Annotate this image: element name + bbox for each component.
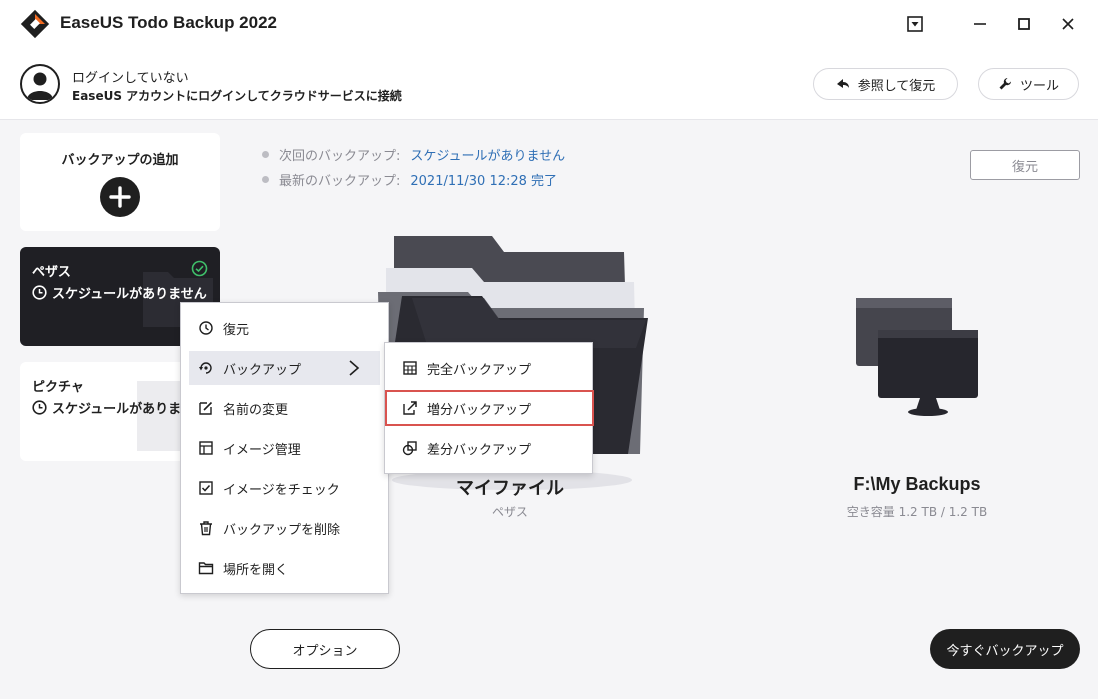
submenu-item-label: 差分バックアップ bbox=[427, 442, 532, 458]
last-backup-value: 2021/11/30 12:28 完了 bbox=[410, 174, 558, 189]
menu-item-label: 名前の変更 bbox=[223, 402, 289, 418]
login-status: ログインしていない bbox=[72, 71, 189, 86]
last-backup-label: 最新のバックアップ: bbox=[279, 174, 401, 189]
menu-item-label: バックアップを削除 bbox=[223, 522, 341, 538]
submenu-item-incremental-backup[interactable]: 増分バックアップ bbox=[385, 390, 594, 426]
menu-item-restore[interactable]: 復元 bbox=[189, 311, 380, 345]
full-backup-icon bbox=[403, 361, 417, 375]
plus-glyph-icon bbox=[109, 186, 131, 208]
destination-computer-icon[interactable] bbox=[850, 296, 982, 418]
easeus-logo-icon bbox=[20, 9, 50, 39]
backup-icon bbox=[199, 362, 212, 374]
app-title: EaseUS Todo Backup 2022 bbox=[60, 13, 277, 32]
add-backup-label: バックアップの追加 bbox=[61, 153, 179, 168]
submenu-item-full-backup[interactable]: 完全バックアップ bbox=[393, 351, 584, 385]
last-backup-info: 最新のバックアップ: 2021/11/30 12:28 完了 bbox=[262, 170, 557, 189]
maximize-icon bbox=[1018, 18, 1030, 30]
menu-item-delete-backup[interactable]: バックアップを削除 bbox=[189, 511, 380, 545]
menu-item-image-manage[interactable]: イメージ管理 bbox=[189, 431, 380, 465]
menu-item-rename[interactable]: 名前の変更 bbox=[189, 391, 380, 425]
browse-restore-button[interactable]: 参照して復元 bbox=[813, 68, 958, 100]
browse-restore-label: 参照して復元 bbox=[857, 78, 936, 94]
clock-icon bbox=[32, 400, 47, 415]
add-backup-card[interactable]: バックアップの追加 bbox=[20, 133, 220, 231]
dropdown-icon bbox=[907, 16, 923, 32]
success-check-icon bbox=[191, 260, 208, 277]
menu-item-label: 復元 bbox=[223, 322, 250, 338]
context-menu: 復元 バックアップ 名前の変更 イメージ管理 イメージをチェック バックアップを… bbox=[180, 302, 389, 594]
next-backup-label: 次回のバックアップ: bbox=[279, 149, 401, 164]
task-schedule-text: スケジュールがありません bbox=[52, 287, 207, 302]
destination-name: F:\My Backups bbox=[853, 474, 981, 494]
submenu-item-label: 完全バックアップ bbox=[427, 362, 532, 378]
back-arrow-icon bbox=[836, 79, 849, 88]
submenu-item-label: 増分バックアップ bbox=[427, 402, 532, 418]
menu-item-label: バックアップ bbox=[223, 362, 302, 378]
clock-icon bbox=[32, 285, 47, 300]
restore-icon bbox=[199, 321, 213, 335]
backup-submenu: 完全バックアップ 増分バックアップ 差分バックアップ bbox=[384, 342, 594, 474]
maximize-button[interactable] bbox=[1012, 12, 1036, 36]
incremental-backup-icon bbox=[403, 401, 417, 415]
dropdown-menu-button[interactable] bbox=[903, 12, 927, 36]
minimize-button[interactable] bbox=[968, 12, 992, 36]
check-icon bbox=[199, 481, 213, 495]
submenu-item-differential-backup[interactable]: 差分バックアップ bbox=[393, 431, 584, 465]
chevron-right-icon bbox=[349, 360, 360, 376]
trash-icon bbox=[200, 521, 212, 536]
bullet-icon bbox=[262, 151, 269, 158]
menu-item-check-image[interactable]: イメージをチェック bbox=[189, 471, 380, 505]
source-name: マイファイル bbox=[456, 478, 564, 499]
next-backup-info: 次回のバックアップ: スケジュールがありません bbox=[262, 145, 565, 164]
menu-item-label: イメージをチェック bbox=[223, 482, 340, 498]
restore-button[interactable]: 復元 bbox=[970, 150, 1080, 180]
next-backup-value: スケジュールがありません bbox=[410, 149, 566, 164]
bullet-icon bbox=[262, 176, 269, 183]
plus-icon[interactable] bbox=[100, 177, 140, 217]
account-bar: ログインしていない EaseUS アカウントにログインしてクラウドサービスに接続… bbox=[0, 50, 1098, 120]
edit-icon bbox=[199, 401, 213, 415]
options-button[interactable]: オプション bbox=[250, 629, 400, 669]
task-name: ペザス bbox=[32, 265, 71, 280]
wrench-icon bbox=[999, 78, 1011, 90]
destination-free-space: 空き容量 1.2 TB / 1.2 TB bbox=[846, 505, 988, 519]
menu-item-label: イメージ管理 bbox=[223, 442, 301, 458]
task-name: ピクチャ bbox=[32, 380, 84, 395]
folder-icon bbox=[198, 562, 214, 575]
task-schedule: スケジュールがありません bbox=[32, 283, 207, 302]
title-bar: EaseUS Todo Backup 2022 bbox=[0, 0, 1098, 50]
user-icon bbox=[27, 72, 53, 100]
avatar[interactable] bbox=[20, 64, 60, 104]
menu-item-open-location[interactable]: 場所を開く bbox=[189, 551, 380, 585]
close-icon bbox=[1062, 18, 1074, 30]
tools-label: ツール bbox=[1019, 78, 1059, 94]
login-description[interactable]: EaseUS アカウントにログインしてクラウドサービスに接続 bbox=[72, 87, 402, 104]
differential-backup-icon bbox=[402, 441, 417, 456]
menu-item-label: 場所を開く bbox=[223, 562, 289, 578]
image-manage-icon bbox=[199, 441, 213, 455]
backup-now-button[interactable]: 今すぐバックアップ bbox=[930, 629, 1080, 669]
close-button[interactable] bbox=[1056, 12, 1080, 36]
menu-item-backup[interactable]: バックアップ bbox=[189, 351, 380, 385]
minimize-icon bbox=[974, 23, 986, 25]
tools-button[interactable]: ツール bbox=[978, 68, 1079, 100]
source-task-name: ペザス bbox=[492, 505, 528, 519]
